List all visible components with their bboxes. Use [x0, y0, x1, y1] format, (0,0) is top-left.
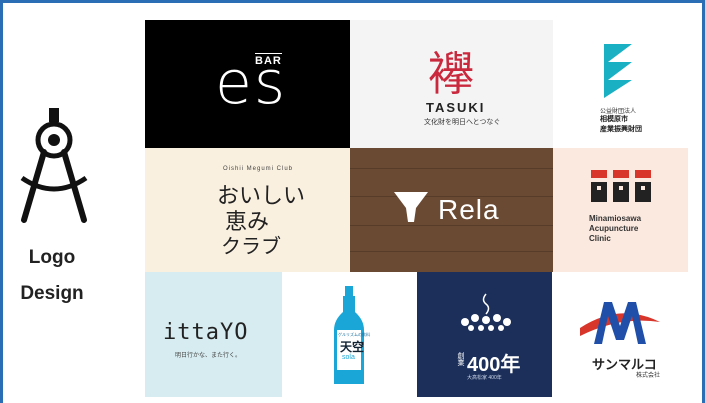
- logo-label: Logo: [28, 247, 76, 268]
- oishii-small: Oishii Megumi Club: [223, 166, 294, 172]
- sun-sub: 株式会社: [636, 373, 661, 379]
- drafting-compass-icon: [20, 108, 88, 223]
- logo-tile-rela: Rela: [350, 148, 553, 272]
- logo-tile-minamiosawa: Minamiosawa Acupuncture Clinic: [553, 148, 688, 272]
- logo-tile-tasuki: 襷 TASUKI 文化財を明日へとつなぐ: [350, 20, 553, 148]
- logo-tile-sagamihara: 公益財団法人 相模原市 産業振興財団: [553, 20, 688, 148]
- es-mark: es: [215, 48, 288, 118]
- itta-sub: 明日行かな、また行く。: [175, 353, 242, 359]
- anniv-sub: 大高松家 400年: [467, 375, 502, 381]
- logo-tile-ittayo: ittaYO 明日行かな、また行く。: [145, 272, 282, 397]
- anniv-side: 創業: [457, 352, 464, 366]
- logo-tile-sanmaruko: サンマルコ 株式会社: [552, 272, 688, 397]
- logo-tile-sola: ゲルリズムの飲料 天空 sola: [282, 272, 417, 397]
- mina-line1: Minamiosawa: [589, 214, 642, 223]
- sola-name: sola: [342, 354, 355, 361]
- anniv-number: 400年: [467, 354, 521, 376]
- design-label: Design: [20, 283, 84, 304]
- rela-cup-icon: [394, 192, 428, 222]
- oishii-line3: クラブ: [221, 236, 281, 258]
- itta-name: ittaYO: [163, 320, 249, 345]
- m-swoosh-mark: [580, 302, 660, 344]
- tasuki-kanji: 襷: [428, 47, 474, 101]
- sola-kanji: 天空: [340, 340, 365, 354]
- clinic-mark: [591, 170, 651, 202]
- logo-tile-oishii: Oishii Megumi Club おいしい 恵み クラブ: [145, 148, 350, 272]
- mina-line2: Acupuncture: [589, 224, 639, 233]
- rela-name: Rela: [438, 194, 500, 225]
- tasuki-sub: 文化財を明日へとつなぐ: [424, 119, 501, 126]
- logo-design-label: Logo Design: [4, 100, 100, 320]
- logo-tile-400-years: 創業 400年 大高松家 400年: [417, 272, 552, 397]
- teal-sub3: 産業振興財団: [600, 126, 642, 133]
- shell-cluster-icon: [461, 293, 511, 331]
- logo-tile-es-bar: BAR es: [145, 20, 350, 148]
- teal-s-mark: [604, 44, 632, 98]
- mina-line3: Clinic: [589, 234, 611, 243]
- teal-sub2: 相模原市: [600, 116, 628, 123]
- tasuki-name: TASUKI: [426, 100, 486, 115]
